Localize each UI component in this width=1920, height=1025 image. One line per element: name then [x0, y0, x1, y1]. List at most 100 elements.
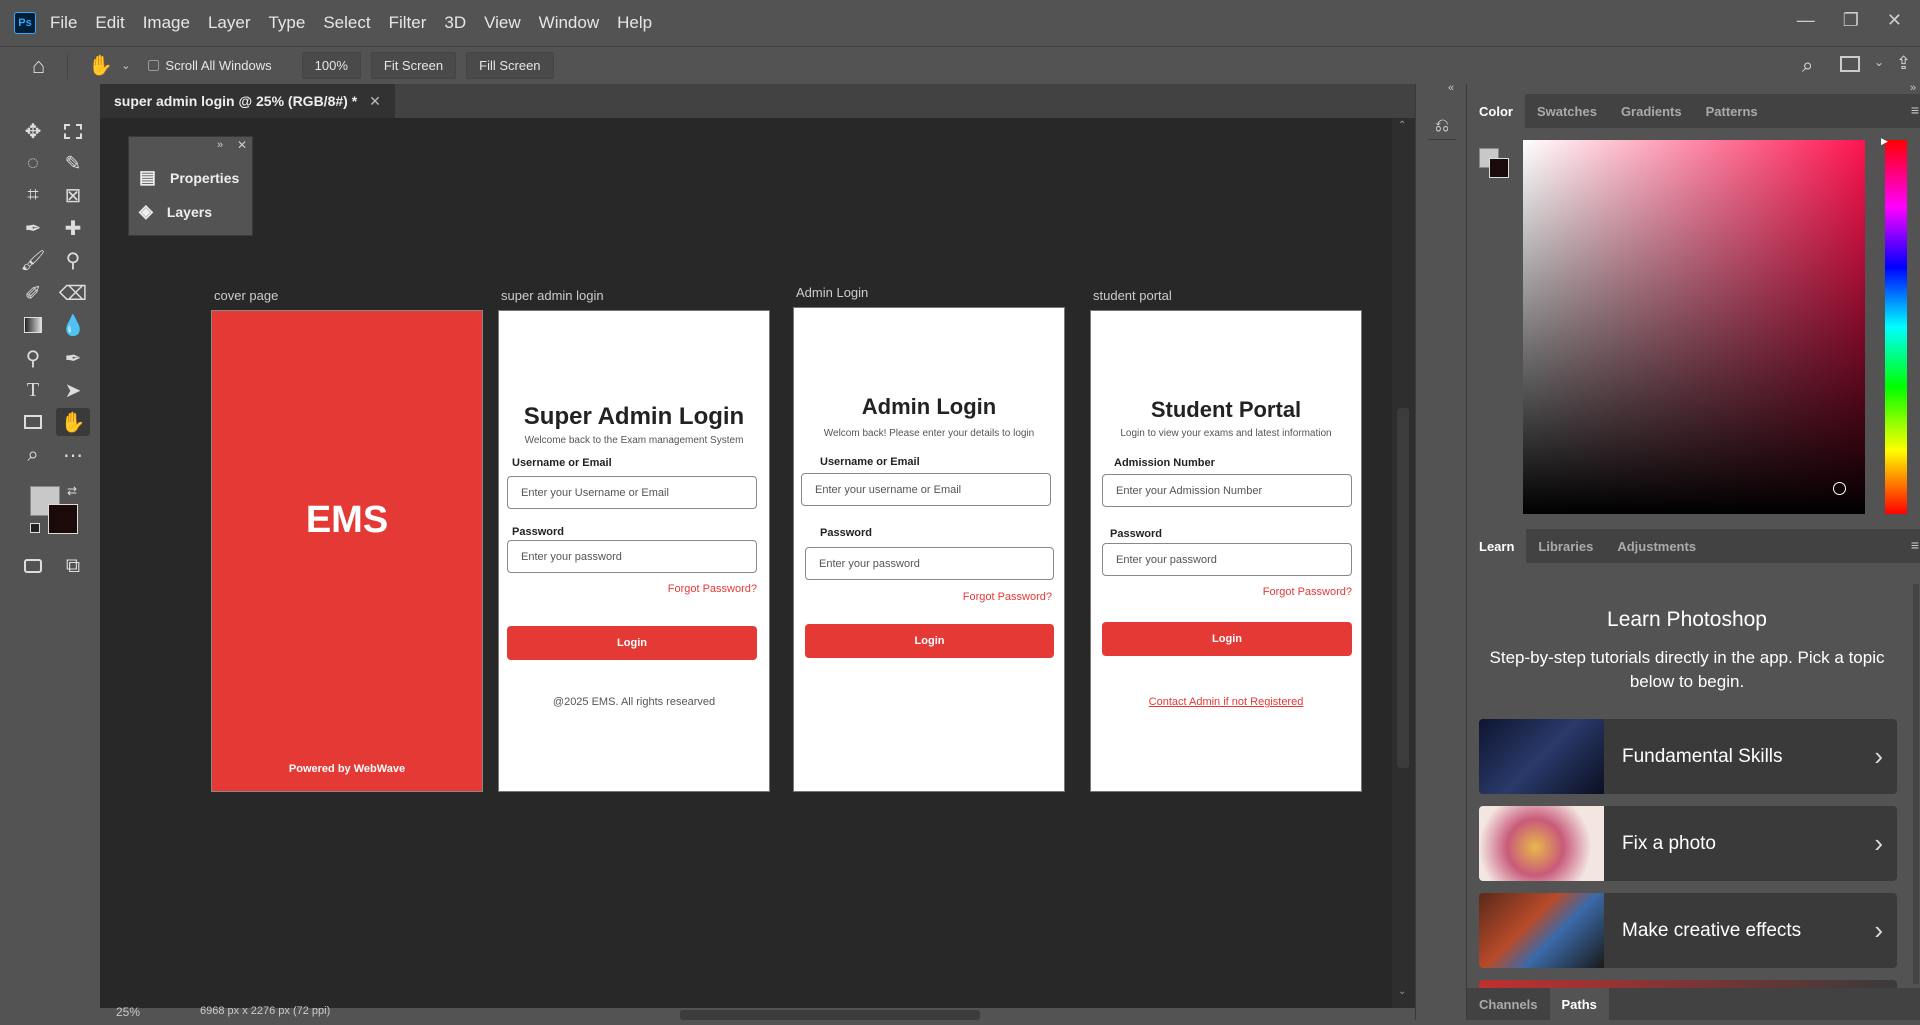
color-picker-field[interactable] — [1523, 140, 1865, 514]
color-picker-cursor[interactable] — [1833, 482, 1846, 495]
menu-select[interactable]: Select — [323, 13, 370, 33]
rectangle-tool-icon[interactable] — [18, 408, 48, 436]
super-forgot-password-link[interactable]: Forgot Password? — [668, 583, 757, 595]
tab-adjustments[interactable]: Adjustments — [1605, 529, 1708, 563]
expand-strip-icon[interactable]: « — [1448, 82, 1454, 94]
quick-select-tool-icon[interactable]: ✎ — [58, 149, 88, 177]
menu-type[interactable]: Type — [268, 13, 305, 33]
artboard-super-admin[interactable]: Super Admin Login Welcome back to the Ex… — [498, 310, 770, 792]
super-username-input[interactable]: Enter your Username or Email — [507, 476, 757, 509]
tab-color[interactable]: Color — [1467, 94, 1525, 128]
properties-panel-button[interactable]: ▤ Properties — [139, 167, 239, 188]
student-contact-admin-link[interactable]: Contact Admin if not Registered — [1091, 696, 1361, 708]
admin-password-input[interactable]: Enter your password — [805, 547, 1054, 580]
tab-patterns[interactable]: Patterns — [1694, 94, 1770, 128]
tool-preset-chevron-down-icon[interactable]: ⌄ — [121, 59, 130, 72]
menu-edit[interactable]: Edit — [95, 13, 124, 33]
quick-mask-icon[interactable] — [18, 552, 48, 580]
canvas-area[interactable]: » ✕ ▤ Properties ◈ Layers cover page EMS… — [100, 118, 1392, 1008]
artboard-cover[interactable]: EMS Powered by WebWave — [211, 310, 483, 792]
admin-forgot-password-link[interactable]: Forgot Password? — [963, 591, 1052, 603]
super-password-input[interactable]: Enter your password — [507, 540, 757, 573]
tab-libraries[interactable]: Libraries — [1526, 529, 1605, 563]
tab-learn[interactable]: Learn — [1467, 529, 1527, 563]
admin-login-button[interactable]: Login — [805, 624, 1054, 658]
hand-tool-active-icon[interactable]: ✋ — [56, 408, 90, 436]
move-tool-icon[interactable]: ✥ — [18, 117, 48, 145]
menu-view[interactable]: View — [484, 13, 521, 33]
menu-file[interactable]: File — [50, 13, 77, 33]
lasso-tool-icon[interactable]: ◌ — [18, 149, 48, 177]
learn-item-fix-a-photo[interactable]: Fix a photo › — [1479, 806, 1897, 881]
healing-brush-tool-icon[interactable]: ✚ — [58, 214, 88, 242]
student-forgot-password-link[interactable]: Forgot Password? — [1263, 586, 1352, 598]
dodge-tool-icon[interactable]: ⚲ — [18, 344, 48, 372]
scroll-all-checkbox[interactable] — [148, 60, 160, 71]
more-tools-icon[interactable]: ⋯ — [58, 441, 88, 469]
search-icon[interactable]: ⌕ — [1802, 55, 1813, 78]
admin-username-input[interactable]: Enter your username or Email — [801, 473, 1051, 506]
menu-3d[interactable]: 3D — [444, 13, 466, 33]
close-window-icon[interactable]: ✕ — [1887, 10, 1902, 31]
tab-swatches[interactable]: Swatches — [1525, 94, 1609, 128]
stamp-tool-icon[interactable]: ⚲ — [58, 246, 88, 274]
marquee-tool-icon[interactable] — [58, 117, 88, 145]
minimize-icon[interactable]: — — [1797, 10, 1815, 31]
workspace-icon[interactable] — [1840, 56, 1860, 72]
history-brush-tool-icon[interactable]: ✐ — [18, 279, 48, 307]
tab-channels[interactable]: Channels — [1467, 988, 1550, 1020]
zoom-level[interactable]: 25% — [116, 1005, 140, 1019]
crop-tool-icon[interactable]: ⌗ — [18, 181, 48, 209]
learn-item-make-creative-effects[interactable]: Make creative effects › — [1479, 893, 1897, 968]
eyedropper-tool-icon[interactable]: ✒ — [18, 214, 48, 242]
blur-tool-icon[interactable]: 💧 — [58, 311, 88, 339]
hand-tool-icon[interactable]: ✋ — [88, 53, 113, 78]
home-icon[interactable]: ⌂ — [32, 53, 45, 79]
artboard-student[interactable]: Student Portal Login to view your exams … — [1090, 310, 1362, 792]
fill-screen-button[interactable]: Fill Screen — [466, 52, 554, 79]
menu-image[interactable]: Image — [143, 13, 190, 33]
document-tab[interactable]: super admin login @ 25% (RGB/8#) * ✕ — [100, 84, 395, 118]
brush-tool-icon[interactable]: 🖌 — [18, 246, 48, 274]
menu-layer[interactable]: Layer — [208, 13, 251, 33]
eraser-tool-icon[interactable]: ⌫ — [58, 279, 88, 307]
hue-slider[interactable]: ▶ — [1881, 136, 1907, 514]
scroll-up-icon[interactable]: ⌃ — [1398, 120, 1406, 131]
background-color-swatch[interactable] — [48, 504, 78, 534]
close-panel-icon[interactable]: ✕ — [237, 138, 247, 152]
history-panel-icon[interactable]: ⎌ — [1428, 112, 1456, 140]
tab-gradients[interactable]: Gradients — [1609, 94, 1694, 128]
zoom-100-button[interactable]: 100% — [301, 52, 361, 79]
type-tool-icon[interactable]: T — [18, 376, 48, 404]
student-login-button[interactable]: Login — [1102, 622, 1352, 656]
canvas-vertical-scrollbar[interactable]: ⌃ ⌄ — [1392, 118, 1415, 1008]
expand-panels-icon[interactable]: » — [1910, 82, 1916, 94]
collapse-panel-icon[interactable]: » — [217, 139, 223, 151]
share-icon[interactable]: ⇪ — [1896, 53, 1911, 74]
path-select-tool-icon[interactable]: ➤ — [58, 376, 88, 404]
pen-tool-icon[interactable]: ✒ — [58, 344, 88, 372]
zoom-tool-icon[interactable]: ⌕ — [18, 441, 48, 469]
super-login-button[interactable]: Login — [507, 626, 757, 660]
color-bg-swatch[interactable] — [1489, 158, 1509, 178]
close-tab-icon[interactable]: ✕ — [369, 93, 381, 110]
frame-tool-icon[interactable]: ⊠ — [58, 181, 88, 209]
gradient-tool-icon[interactable] — [18, 311, 48, 339]
scrollbar-thumb[interactable] — [1397, 408, 1409, 768]
menu-help[interactable]: Help — [617, 13, 652, 33]
scroll-down-icon[interactable]: ⌄ — [1398, 986, 1406, 997]
learn-item-fundamental-skills[interactable]: Fundamental Skills › — [1479, 719, 1897, 794]
horizontal-scrollbar-thumb[interactable] — [680, 1010, 980, 1020]
artboard-admin[interactable]: Admin Login Welcom back! Please enter yo… — [793, 307, 1065, 792]
fit-screen-button[interactable]: Fit Screen — [370, 52, 457, 79]
menu-filter[interactable]: Filter — [389, 13, 427, 33]
menu-window[interactable]: Window — [539, 13, 599, 33]
default-colors-icon[interactable] — [30, 523, 40, 533]
swap-colors-icon[interactable]: ⇄ — [64, 483, 80, 499]
learn-scrollbar[interactable] — [1913, 584, 1919, 984]
color-panel-menu-icon[interactable]: ≡ — [1911, 102, 1919, 118]
restore-icon[interactable]: ❐ — [1843, 10, 1859, 31]
layers-panel-button[interactable]: ◈ Layers — [139, 201, 212, 222]
screen-mode-icon[interactable]: ⧉ — [58, 552, 88, 580]
hue-slider-handle[interactable]: ▶ — [1881, 136, 1888, 147]
